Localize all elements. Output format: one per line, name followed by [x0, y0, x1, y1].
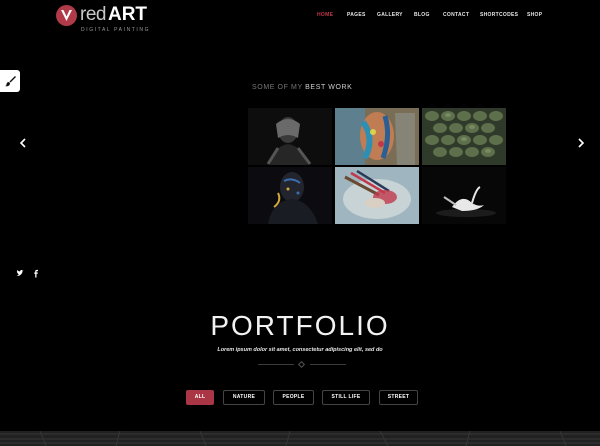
gallery-thumb[interactable] [422, 167, 506, 224]
gallery-thumb[interactable] [248, 108, 332, 165]
filter-all-button[interactable]: ALL [186, 390, 214, 405]
swan-image [422, 167, 506, 224]
nav-item-gallery[interactable]: GALLERY [377, 12, 403, 18]
paint-brushes-image [335, 167, 419, 224]
nav-item-contact[interactable]: CONTACT [443, 12, 469, 18]
portfolio-title: PORTFOLIO [210, 310, 390, 341]
divider-line-right [310, 364, 346, 365]
facebook-link[interactable] [32, 265, 40, 278]
portfolio-subtitle: Lorem ipsum dolor sit amet, consectetur … [217, 347, 383, 353]
gallery-thumb[interactable] [422, 108, 506, 165]
chevron-right-icon [578, 138, 585, 148]
hands-over-face-image [248, 108, 332, 165]
main-nav: HOME PAGES GALLERY BLOG CONTACT SHORTCOD… [0, 12, 600, 22]
hero-heading-light: SOME OF MY [252, 84, 303, 91]
twitter-icon [16, 270, 24, 276]
featured-gallery [248, 108, 508, 224]
hero-heading-bold: BEST WORK [305, 84, 353, 91]
portfolio-grid-preview [0, 431, 600, 446]
style-switcher-button[interactable] [0, 70, 20, 92]
slider-prev-button[interactable] [18, 136, 28, 150]
gallery-thumb[interactable] [335, 108, 419, 165]
painted-face-image [335, 108, 419, 165]
nav-item-shop[interactable]: SHOP [527, 12, 542, 18]
paintbrush-icon [5, 76, 16, 87]
filter-street-button[interactable]: STREET [379, 390, 418, 405]
gallery-thumb[interactable] [335, 167, 419, 224]
filter-nature-button[interactable]: NATURE [223, 390, 265, 405]
page: red ART DIGITAL PAINTING HOME PAGES GALLE… [0, 0, 600, 446]
nav-item-home[interactable]: HOME [317, 12, 333, 18]
filter-people-button[interactable]: PEOPLE [273, 390, 314, 405]
nav-item-pages[interactable]: PAGES [347, 12, 366, 18]
twitter-link[interactable] [16, 265, 24, 276]
divider-line-left [258, 364, 294, 365]
facebook-icon [34, 269, 38, 278]
painted-body-image [248, 167, 332, 224]
section-divider [258, 360, 346, 369]
green-scales-image [422, 108, 506, 165]
gallery-thumb[interactable] [248, 167, 332, 224]
filter-still-life-button[interactable]: STILL LIFE [322, 390, 370, 405]
divider-diamond-icon [297, 360, 306, 369]
nav-item-blog[interactable]: BLOG [414, 12, 430, 18]
hero-heading: SOME OF MY BEST WORK [252, 84, 352, 91]
logo-tagline: DIGITAL PAINTING [81, 27, 151, 33]
nav-item-shortcodes[interactable]: SHORTCODES [480, 12, 518, 18]
slider-next-button[interactable] [576, 136, 586, 150]
chevron-left-icon [19, 138, 26, 148]
